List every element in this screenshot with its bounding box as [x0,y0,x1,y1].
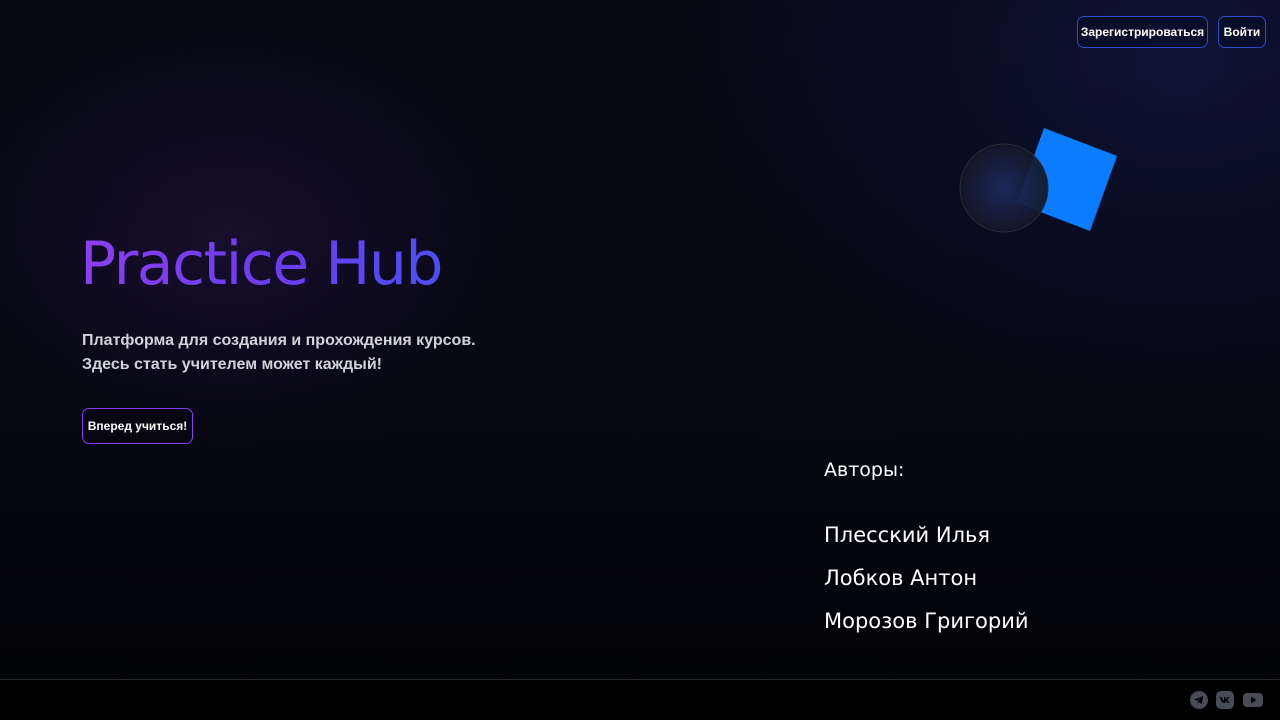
footer [0,679,1280,720]
hero-subtitle: Платформа для создания и прохождения кур… [82,329,542,377]
telegram-icon[interactable] [1190,691,1208,709]
vk-icon[interactable] [1216,691,1234,709]
start-learning-button[interactable]: Вперед учиться! [82,408,193,444]
page-title: Practice Hub [80,229,443,299]
login-button[interactable]: Войти [1218,16,1266,48]
decorative-shapes-icon [959,128,1117,233]
author-name: Морозов Григорий [824,609,1029,633]
youtube-icon[interactable] [1243,691,1263,709]
author-name: Лобков Антон [824,566,978,590]
author-name: Плесский Илья [824,523,991,547]
authors-heading: Авторы: [824,459,905,481]
hero-subtitle-line-2: Здесь стать учителем может каждый! [82,356,382,373]
hero-subtitle-line-1: Платформа для создания и прохождения кур… [82,332,476,349]
landing-page: Зарегистрироваться Войти Practice Hub Пл… [0,0,1280,720]
register-button[interactable]: Зарегистрироваться [1077,16,1208,48]
